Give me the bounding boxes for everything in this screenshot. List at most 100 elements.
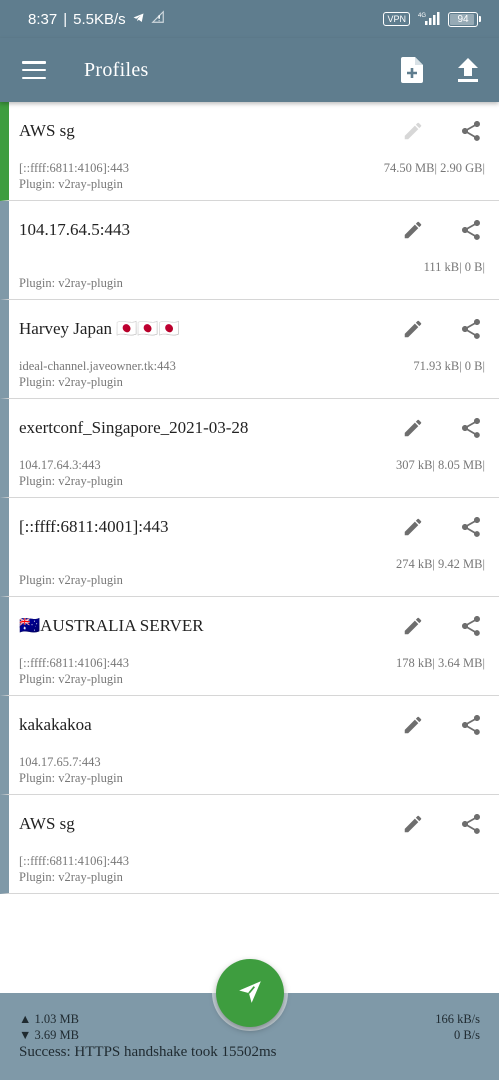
profile-card[interactable]: [::ffff:6811:4001]:443 274 kB| 9.42 MB| … bbox=[0, 498, 499, 597]
cell-signal-icon: 4G bbox=[418, 11, 440, 28]
share-icon[interactable] bbox=[459, 218, 483, 242]
profile-actions bbox=[401, 515, 499, 539]
profile-name: AWS sg bbox=[19, 814, 75, 833]
profile-header: kakakakoa bbox=[9, 696, 499, 754]
profile-traffic: 74.50 MB| 2.90 GB| bbox=[383, 161, 485, 175]
status-time: 8:37 bbox=[28, 10, 58, 28]
profile-plugin: Plugin: v2ray-plugin bbox=[19, 375, 123, 389]
share-icon[interactable] bbox=[459, 119, 483, 143]
app-actions bbox=[399, 57, 481, 83]
vpn-badge: VPN bbox=[383, 12, 410, 26]
profile-meta: [::ffff:6811:4106]:443 Plugin: v2ray-plu… bbox=[9, 853, 499, 893]
profile-card[interactable]: 104.17.64.5:443 111 kB| 0 B| Plugin: v2r… bbox=[0, 201, 499, 300]
profile-plugin: Plugin: v2ray-plugin bbox=[19, 573, 123, 587]
svg-text:4G: 4G bbox=[418, 13, 426, 19]
profile-plugin: Plugin: v2ray-plugin bbox=[19, 474, 123, 488]
share-icon[interactable] bbox=[459, 317, 483, 341]
profile-traffic: 178 kB| 3.64 MB| bbox=[395, 656, 485, 670]
profile-traffic: 307 kB| 8.05 MB| bbox=[395, 458, 485, 472]
profile-actions bbox=[401, 119, 499, 143]
profile-meta: [::ffff:6811:4106]:443 74.50 MB| 2.90 GB… bbox=[9, 160, 499, 200]
profile-actions bbox=[401, 218, 499, 242]
profile-card[interactable]: 🇦🇺AUSTRALIA SERVER [::ffff:6811:4106]:44… bbox=[0, 597, 499, 696]
profile-name: kakakakoa bbox=[19, 715, 92, 734]
profile-host: [::ffff:6811:4106]:443 bbox=[19, 161, 129, 175]
profile-host: [::ffff:6811:4106]:443 bbox=[19, 656, 129, 670]
profile-plugin-row: Plugin: v2ray-plugin bbox=[19, 770, 485, 786]
profile-plugin-row: Plugin: v2ray-plugin bbox=[19, 671, 485, 687]
edit-icon[interactable] bbox=[401, 119, 425, 143]
no-signal-icon bbox=[150, 10, 165, 28]
share-icon[interactable] bbox=[459, 416, 483, 440]
profile-plugin-row: Plugin: v2ray-plugin bbox=[19, 176, 485, 192]
profile-name: exertconf_Singapore_2021-03-28 bbox=[19, 418, 249, 437]
profile-meta: 111 kB| 0 B| Plugin: v2ray-plugin bbox=[9, 259, 499, 299]
profile-host-row: 104.17.64.3:443 307 kB| 8.05 MB| bbox=[19, 457, 485, 473]
profile-plugin-row: Plugin: v2ray-plugin bbox=[19, 473, 485, 489]
profile-header: exertconf_Singapore_2021-03-28 bbox=[9, 399, 499, 457]
profile-actions bbox=[401, 614, 499, 638]
edit-icon[interactable] bbox=[401, 614, 425, 638]
edit-icon[interactable] bbox=[401, 416, 425, 440]
connection-status[interactable]: Success: HTTPS handshake took 15502ms bbox=[19, 1044, 276, 1061]
profile-card[interactable]: Harvey Japan 🇯🇵🇯🇵🇯🇵 ideal-channel.javeow… bbox=[0, 300, 499, 399]
edit-icon[interactable] bbox=[401, 515, 425, 539]
profile-actions bbox=[401, 416, 499, 440]
rx-total: ▼ 3.69 MB bbox=[19, 1028, 79, 1042]
profile-name: [::ffff:6811:4001]:443 bbox=[19, 517, 169, 536]
profile-host: ideal-channel.javeowner.tk:443 bbox=[19, 359, 176, 373]
profile-header: 104.17.64.5:443 bbox=[9, 201, 499, 259]
profile-header: AWS sg bbox=[9, 102, 499, 160]
add-file-icon[interactable] bbox=[399, 57, 425, 83]
profile-host: 104.17.64.3:443 bbox=[19, 458, 101, 472]
profile-traffic: 71.93 kB| 0 B| bbox=[413, 359, 485, 373]
send-icon bbox=[237, 978, 263, 1009]
edit-icon[interactable] bbox=[401, 218, 425, 242]
profile-header: AWS sg bbox=[9, 795, 499, 853]
app-bar: Profiles bbox=[0, 38, 499, 102]
menu-icon[interactable] bbox=[22, 61, 46, 79]
profile-list: AWS sg [::ffff:6811:4106]:443 74.50 MB| … bbox=[0, 102, 499, 894]
profile-host: 104.17.65.7:443 bbox=[19, 755, 101, 769]
battery-icon: 94 bbox=[448, 11, 481, 27]
status-bar: 8:37 | 5.5KB/s VPN 4G 94 bbox=[0, 0, 499, 38]
upload-icon[interactable] bbox=[455, 57, 481, 83]
profile-host-row: [::ffff:6811:4106]:443 178 kB| 3.64 MB| bbox=[19, 655, 485, 671]
profile-name: Harvey Japan 🇯🇵🇯🇵🇯🇵 bbox=[19, 319, 180, 338]
profile-card[interactable]: AWS sg [::ffff:6811:4106]:443 74.50 MB| … bbox=[0, 102, 499, 201]
profile-plugin: Plugin: v2ray-plugin bbox=[19, 771, 123, 785]
profile-actions bbox=[401, 713, 499, 737]
profile-card[interactable]: AWS sg [::ffff:6811:4106]:443 Plugin: v2… bbox=[0, 795, 499, 894]
profile-traffic: 274 kB| 9.42 MB| bbox=[395, 557, 485, 571]
edit-icon[interactable] bbox=[401, 317, 425, 341]
profile-plugin: Plugin: v2ray-plugin bbox=[19, 177, 123, 191]
edit-icon[interactable] bbox=[401, 812, 425, 836]
tx-total: ▲ 1.03 MB bbox=[19, 1012, 79, 1026]
share-icon[interactable] bbox=[459, 713, 483, 737]
profile-card[interactable]: kakakakoa 104.17.65.7:443 Plugin: v2ray-… bbox=[0, 696, 499, 795]
profile-header: 🇦🇺AUSTRALIA SERVER bbox=[9, 597, 499, 655]
profile-name: 🇦🇺AUSTRALIA SERVER bbox=[19, 616, 204, 635]
profile-meta: 104.17.65.7:443 Plugin: v2ray-plugin bbox=[9, 754, 499, 794]
profile-actions bbox=[401, 317, 499, 341]
share-icon[interactable] bbox=[459, 515, 483, 539]
profile-host-row: [::ffff:6811:4106]:443 74.50 MB| 2.90 GB… bbox=[19, 160, 485, 176]
profile-plugin: Plugin: v2ray-plugin bbox=[19, 870, 123, 884]
profile-plugin-row: Plugin: v2ray-plugin bbox=[19, 572, 485, 588]
edit-icon[interactable] bbox=[401, 713, 425, 737]
profile-host-row: 111 kB| 0 B| bbox=[19, 259, 485, 275]
profile-plugin: Plugin: v2ray-plugin bbox=[19, 672, 123, 686]
profile-name: AWS sg bbox=[19, 121, 75, 140]
share-icon[interactable] bbox=[459, 812, 483, 836]
share-icon[interactable] bbox=[459, 614, 483, 638]
profile-card[interactable]: exertconf_Singapore_2021-03-28 104.17.64… bbox=[0, 399, 499, 498]
profile-traffic: 111 kB| 0 B| bbox=[423, 260, 485, 274]
telegram-icon bbox=[132, 11, 145, 28]
profile-host-row: 104.17.65.7:443 bbox=[19, 754, 485, 770]
status-net-speed: 5.5KB/s bbox=[73, 10, 126, 28]
status-left: 8:37 | 5.5KB/s bbox=[28, 10, 165, 28]
rx-rate: 0 B/s bbox=[453, 1028, 480, 1042]
profile-header: Harvey Japan 🇯🇵🇯🇵🇯🇵 bbox=[9, 300, 499, 358]
profile-host-row: ideal-channel.javeowner.tk:443 71.93 kB|… bbox=[19, 358, 485, 374]
connect-button[interactable] bbox=[216, 959, 284, 1027]
